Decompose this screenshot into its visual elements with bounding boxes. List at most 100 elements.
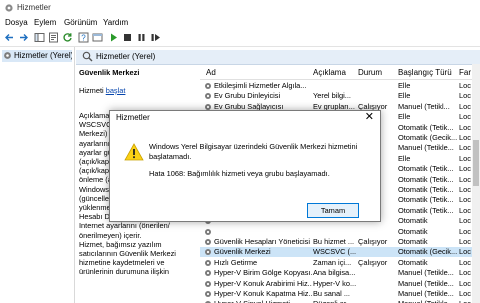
service-startup-type: Manuel (Tetikle...: [398, 299, 458, 303]
help-icon[interactable]: ?: [78, 32, 89, 43]
service-startup-type: Elle: [398, 91, 411, 101]
service-gear-icon: [205, 228, 211, 235]
table-row[interactable]: Hyper-V Konuk Kapatma Hiz... Bu sanal ...…: [200, 289, 480, 299]
service-gear-icon: [205, 291, 211, 297]
service-name: Hızlı Getirme: [214, 257, 258, 267]
service-name: Hyper-V Konuk Arabirimi Hiz...: [214, 278, 312, 288]
tree-node-services-local[interactable]: Hizmetler (Yerel): [2, 50, 72, 62]
service-startup-type: Otomatik: [398, 216, 428, 226]
service-name: Etkileşimli Hizmetler Algıla...: [214, 81, 307, 90]
menu-help[interactable]: Yardım: [103, 18, 128, 27]
back-arrow-icon[interactable]: [4, 32, 15, 43]
console-icon[interactable]: [92, 32, 103, 43]
stop-service-icon[interactable]: [122, 32, 133, 43]
service-startup-type: Otomatik (Tetik...: [398, 174, 454, 184]
service-gear-icon: [205, 280, 211, 287]
service-startup-type: Elle: [398, 112, 411, 122]
service-startup-type: Elle: [398, 153, 411, 163]
service-startup-type: Manuel (Tetikle...: [398, 289, 454, 298]
table-row[interactable]: Otomatik Loc: [200, 227, 480, 237]
table-row[interactable]: Hızlı Getirme Zaman içi... Çalışıyor Otomat…: [200, 258, 480, 268]
service-startup-type: Otomatik (Gecik...: [398, 247, 458, 257]
start-service-link[interactable]: başlat: [106, 86, 126, 95]
service-description-cell: WSCSVC (...: [313, 247, 357, 257]
service-gear-icon: [205, 83, 211, 89]
svg-text:?: ?: [81, 34, 86, 43]
toolbar: ?: [0, 30, 480, 47]
panel-header: Hizmetler (Yerel): [76, 50, 480, 65]
dialog-title-bar: Hizmetler ✕: [110, 111, 380, 125]
services-gear-icon: [4, 52, 11, 59]
tree-node-label: Hizmetler (Yerel): [14, 51, 72, 60]
properties-icon[interactable]: [48, 32, 59, 43]
service-description-cell: Zaman içi...: [313, 257, 352, 267]
dialog-message: Windows Yerel Bilgisayar üzerindeki Güve…: [149, 142, 358, 161]
dialog-close-button[interactable]: ✕: [365, 111, 374, 124]
service-description-cell: Bu hizmet ...: [313, 237, 355, 246]
pause-service-icon[interactable]: [136, 32, 147, 43]
dialog-title: Hizmetler: [116, 113, 150, 122]
column-description[interactable]: Açıklama: [313, 68, 346, 77]
column-startup-type[interactable]: Başlangıç Türü: [398, 68, 452, 77]
service-gear-icon: [205, 259, 211, 266]
service-startup-type: Manuel (Tetikle...: [398, 278, 454, 288]
forward-arrow-icon[interactable]: [18, 32, 29, 43]
menu-view[interactable]: Görünüm: [64, 18, 97, 27]
service-gear-icon: [205, 270, 211, 277]
refresh-icon[interactable]: [62, 32, 73, 43]
window-title: Hizmetler: [17, 3, 51, 12]
menu-file[interactable]: Dosya: [5, 18, 28, 27]
service-description-cell: Yerel bilgi...: [313, 91, 351, 101]
error-dialog: Hizmetler ✕ Windows Yerel Bilgisayar üze…: [109, 110, 381, 222]
column-logon[interactable]: Far: [459, 68, 471, 77]
services-gear-icon: [5, 4, 13, 12]
vertical-scrollbar[interactable]: [472, 64, 480, 303]
service-startup-type: Elle: [398, 81, 411, 90]
table-row[interactable]: Ev Grubu Dinleyicisi Yerel bilgi... Elle Lo…: [200, 91, 480, 101]
service-startup-type: Otomatik: [398, 226, 428, 236]
service-startup-type: Otomatik (Gecik...: [398, 133, 458, 142]
service-name: Güvenlik Hesapları Yöneticisi: [214, 237, 310, 246]
service-name: Hyper-V Konuk Kapatma Hiz...: [214, 289, 312, 298]
column-status[interactable]: Durum: [358, 68, 382, 77]
table-row[interactable]: Hyper-V Sinyal HizmetiDüzenli ar... Manue…: [200, 299, 480, 303]
warning-icon: [124, 143, 144, 161]
service-description-cell: Ana bilgisa...: [313, 268, 356, 278]
table-header: Ad Açıklama Durum Başlangıç Türü Far: [200, 65, 480, 80]
service-title: Güvenlik Merkezi: [79, 68, 140, 77]
start-prefix: Hizmeti: [79, 86, 106, 95]
service-startup-type: Otomatik (Tetik...: [398, 185, 454, 194]
service-description-cell: Bu sanal ...: [313, 289, 350, 298]
table-row[interactable]: Güvenlik Hesapları Yöneticisi Bu hizmet .…: [200, 237, 480, 247]
service-startup-type: Otomatik: [398, 257, 428, 267]
service-startup-type: Manuel (Tetikl...: [398, 101, 450, 111]
service-startup-type: Manuel (Tetikle...: [398, 143, 454, 153]
service-gear-icon: [205, 249, 211, 256]
service-name: Güvenlik Merkezi: [214, 247, 271, 257]
ok-button[interactable]: Tamam: [307, 203, 359, 218]
window-title-bar: Hizmetler: [0, 0, 480, 16]
service-description-cell: Düzenli ar...: [313, 299, 357, 303]
service-gear-icon: [205, 239, 211, 245]
column-name[interactable]: Ad: [206, 68, 216, 77]
dialog-error-text: Hata 1068: Bağımlılık hizmeti veya grubu…: [149, 169, 330, 178]
service-startup-type: Manuel (Tetikle...: [398, 268, 454, 278]
restart-service-icon[interactable]: [150, 32, 161, 43]
table-row[interactable]: Hyper-V Birim Gölge Kopyası... Ana bilgis…: [200, 268, 480, 278]
service-name: Hyper-V Birim Gölge Kopyası...: [214, 268, 312, 278]
start-service-line: Hizmeti başlat: [79, 86, 125, 95]
service-startup-type: Otomatik (Tetik...: [398, 195, 454, 205]
start-service-icon[interactable]: [108, 32, 119, 43]
menu-action[interactable]: Eylem: [34, 18, 56, 27]
table-row[interactable]: Güvenlik Merkezi WSCSVC (... Otomatik (Gec…: [200, 247, 480, 258]
table-row[interactable]: Hyper-V Konuk Arabirimi Hiz... Hyper-V ko…: [200, 279, 480, 289]
service-description-cell: Hyper-V ko...: [313, 278, 357, 288]
table-row[interactable]: Etkileşimli Hizmetler Algıla... Elle Loc: [200, 81, 480, 91]
scrollbar-thumb[interactable]: [473, 140, 479, 186]
service-status: Çalışıyor: [358, 257, 388, 267]
service-startup-type: Otomatik (Tetik...: [398, 205, 454, 215]
menu-bar: Dosya Eylem Görünüm Yardım: [0, 16, 480, 30]
show-hide-tree-icon[interactable]: [34, 32, 45, 43]
service-status: Çalışıyor: [358, 237, 388, 246]
service-name: Ev Grubu Dinleyicisi: [214, 91, 281, 101]
